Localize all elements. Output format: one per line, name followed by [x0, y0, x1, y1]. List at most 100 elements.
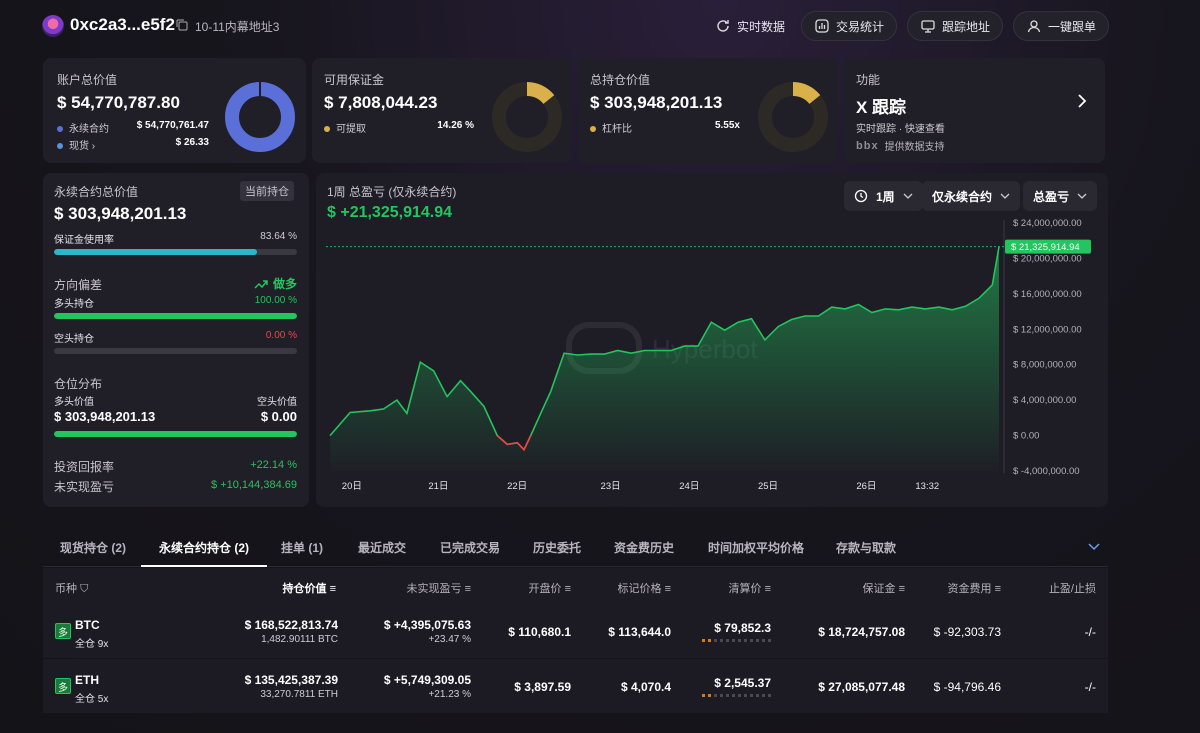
col-liq-price[interactable]: 清算价 ≡	[729, 580, 771, 596]
tab-spot-holdings[interactable]: 现货持仓 (2)	[60, 539, 126, 556]
pnl-area-chart[interactable]: Hyperbot $ 24,000,000.00$ 20,000,000.00$…	[316, 215, 1108, 507]
current-value-tag: $ 21,325,914.94	[1005, 239, 1091, 254]
current-position-tag[interactable]: 当前持仓	[240, 181, 294, 201]
tab-recent-fills[interactable]: 最近成交	[358, 539, 406, 556]
col-margin[interactable]: 保证金 ≡	[863, 580, 905, 596]
tab-open-orders[interactable]: 挂单 (1)	[281, 539, 323, 556]
realtime-data-button[interactable]: 实时数据	[703, 11, 797, 41]
margin-card: 可用保证金 $ 7,808,044.23 可提取 14.26 %	[312, 58, 572, 163]
provider-text: 提供数据支持	[884, 142, 945, 153]
x-tick-label: 23日	[601, 481, 621, 492]
col-mark-price[interactable]: 标记价格 ≡	[618, 580, 671, 596]
position-value: $ 168,522,813.74	[244, 618, 338, 632]
period-select[interactable]: 1周	[844, 181, 923, 211]
tpsl-cell[interactable]: -/-	[1085, 625, 1096, 639]
pnl-value: $ +5,749,309.05	[383, 673, 471, 687]
copy-icon[interactable]	[176, 19, 188, 31]
leverage-label: 杠杆比	[602, 124, 632, 135]
sort-icon: ≡	[664, 583, 671, 595]
col-liq-price-label: 清算价	[728, 583, 762, 595]
spot-row[interactable]: 现货 › $ 26.33	[57, 137, 209, 152]
feature-card[interactable]: 功能 X 跟踪 实时跟踪 · 快速查看 bbx 提供数据支持	[844, 58, 1105, 163]
x-tick-label: 22日	[507, 481, 527, 492]
col-position-value[interactable]: 持仓价值 ≡	[283, 580, 336, 596]
sort-icon: ≡	[464, 583, 471, 595]
long-badge: 多	[55, 623, 71, 639]
trade-stats-label: 交易统计	[836, 19, 885, 34]
perp-label: 永续合约	[69, 124, 109, 135]
direction-value-wrap: 做多	[254, 275, 297, 292]
col-funding-label: 资金费用	[947, 583, 992, 595]
avatar	[42, 15, 64, 37]
margin-usage-fill	[54, 249, 258, 255]
metric-select[interactable]: 总盈亏	[1023, 181, 1098, 211]
coin-symbol: ETH	[75, 673, 99, 687]
col-funding[interactable]: 资金费用 ≡	[948, 580, 1001, 596]
col-unrealized-pnl-label: 未实现盈亏	[406, 583, 462, 595]
positions-value: $ 303,948,201.13	[590, 93, 723, 112]
scope-select[interactable]: 仅永续合约	[922, 181, 1021, 211]
chevron-right-icon[interactable]	[1076, 93, 1088, 109]
tab-funding-history[interactable]: 资金费历史	[614, 539, 674, 556]
margin-value: $ 27,085,077.48	[818, 680, 905, 694]
tab-perp-positions[interactable]: 永续合约持仓 (2)	[159, 539, 249, 556]
col-position-value-label: 持仓价值	[282, 583, 327, 595]
feature-desc: 实时跟踪 · 快速查看	[856, 124, 945, 135]
copy-trade-button[interactable]: 一键跟单	[1013, 11, 1110, 41]
perp-value: $ 54,770,761.47	[136, 120, 209, 131]
withdraw-value: 14.26 %	[437, 120, 474, 131]
sort-icon: ≡	[564, 583, 571, 595]
liq-price: $ 2,545.37	[714, 676, 771, 690]
short-bar	[54, 348, 297, 354]
funding-value: $ -94,796.46	[933, 680, 1001, 694]
sort-icon: ≡	[898, 583, 905, 595]
pnl-value: $ +4,395,075.63	[383, 618, 471, 632]
filter-icon: ⛉	[80, 583, 89, 595]
wallet-address: 0xc2a3...e5f2	[70, 15, 175, 34]
table-row[interactable]: 多 ETH 全仓 5x $ 135,425,387.39 33,270.7811…	[43, 659, 1108, 713]
short-value-label: 空头价值	[257, 397, 297, 408]
liq-risk-indicator	[702, 639, 771, 642]
entry-price: $ 110,680.1	[508, 625, 571, 639]
x-axis-ticks: 20日 21日 22日 23日 24日 25日 26日 13:32	[342, 481, 939, 492]
unrealized-label: 未实现盈亏	[54, 480, 115, 494]
margin-cell: $ 27,085,077.48	[818, 680, 905, 694]
tab-twap[interactable]: 时间加权平均价格	[708, 539, 804, 556]
short-amount: $ 0.00	[260, 409, 297, 424]
track-address-button[interactable]: 跟踪地址	[907, 11, 1004, 41]
col-unrealized-pnl[interactable]: 未实现盈亏 ≡	[407, 580, 471, 596]
tab-deposits-withdrawals[interactable]: 存款与取款	[836, 539, 896, 556]
chevron-down-icon[interactable]	[1088, 543, 1100, 551]
direction-label: 方向偏差	[54, 278, 103, 292]
col-entry-price[interactable]: 开盘价 ≡	[529, 580, 571, 596]
x-tick-label: 25日	[758, 481, 778, 492]
tab-completed-trades[interactable]: 已完成交易	[440, 539, 500, 556]
trade-stats-button[interactable]: 交易统计	[801, 11, 898, 41]
entry-price-cell: $ 3,897.59	[514, 680, 571, 694]
margin-donut	[492, 82, 562, 152]
tpsl-cell[interactable]: -/-	[1085, 680, 1096, 694]
chevron-down-icon	[1077, 193, 1087, 199]
margin-mode: 全仓 5x	[75, 694, 109, 705]
y-tick-label: $ 20,000,000.00	[1013, 253, 1082, 264]
long-badge: 多	[55, 678, 71, 694]
long-fill	[54, 313, 297, 319]
table-row[interactable]: 多 BTC 全仓 9x $ 168,522,813.74 1,482.90111…	[43, 604, 1108, 658]
col-coin[interactable]: 币种 ⛉	[55, 580, 88, 596]
y-tick-label: $ 24,000,000.00	[1013, 218, 1082, 229]
mark-price: $ 113,644.0	[608, 625, 671, 639]
tab-order-history[interactable]: 历史委托	[533, 539, 581, 556]
leverage-value: 5.55x	[714, 120, 740, 131]
margin-usage-label: 保证金使用率	[54, 235, 114, 246]
sort-icon: ≡	[994, 583, 1001, 595]
sort-icon: ≡	[764, 583, 771, 595]
long-value-label: 多头价值	[54, 397, 94, 408]
y-tick-label: $ -4,000,000.00	[1013, 466, 1080, 477]
distribution-bar	[54, 431, 297, 437]
long-label: 多头持仓	[54, 299, 94, 310]
position-size: 33,270.7811 ETH	[260, 689, 338, 700]
account-donut	[225, 82, 295, 152]
y-tick-label: $ 16,000,000.00	[1013, 289, 1082, 300]
unrealized-value: $ +10,144,384.69	[211, 479, 297, 491]
margin-cell: $ 18,724,757.08	[818, 625, 905, 639]
